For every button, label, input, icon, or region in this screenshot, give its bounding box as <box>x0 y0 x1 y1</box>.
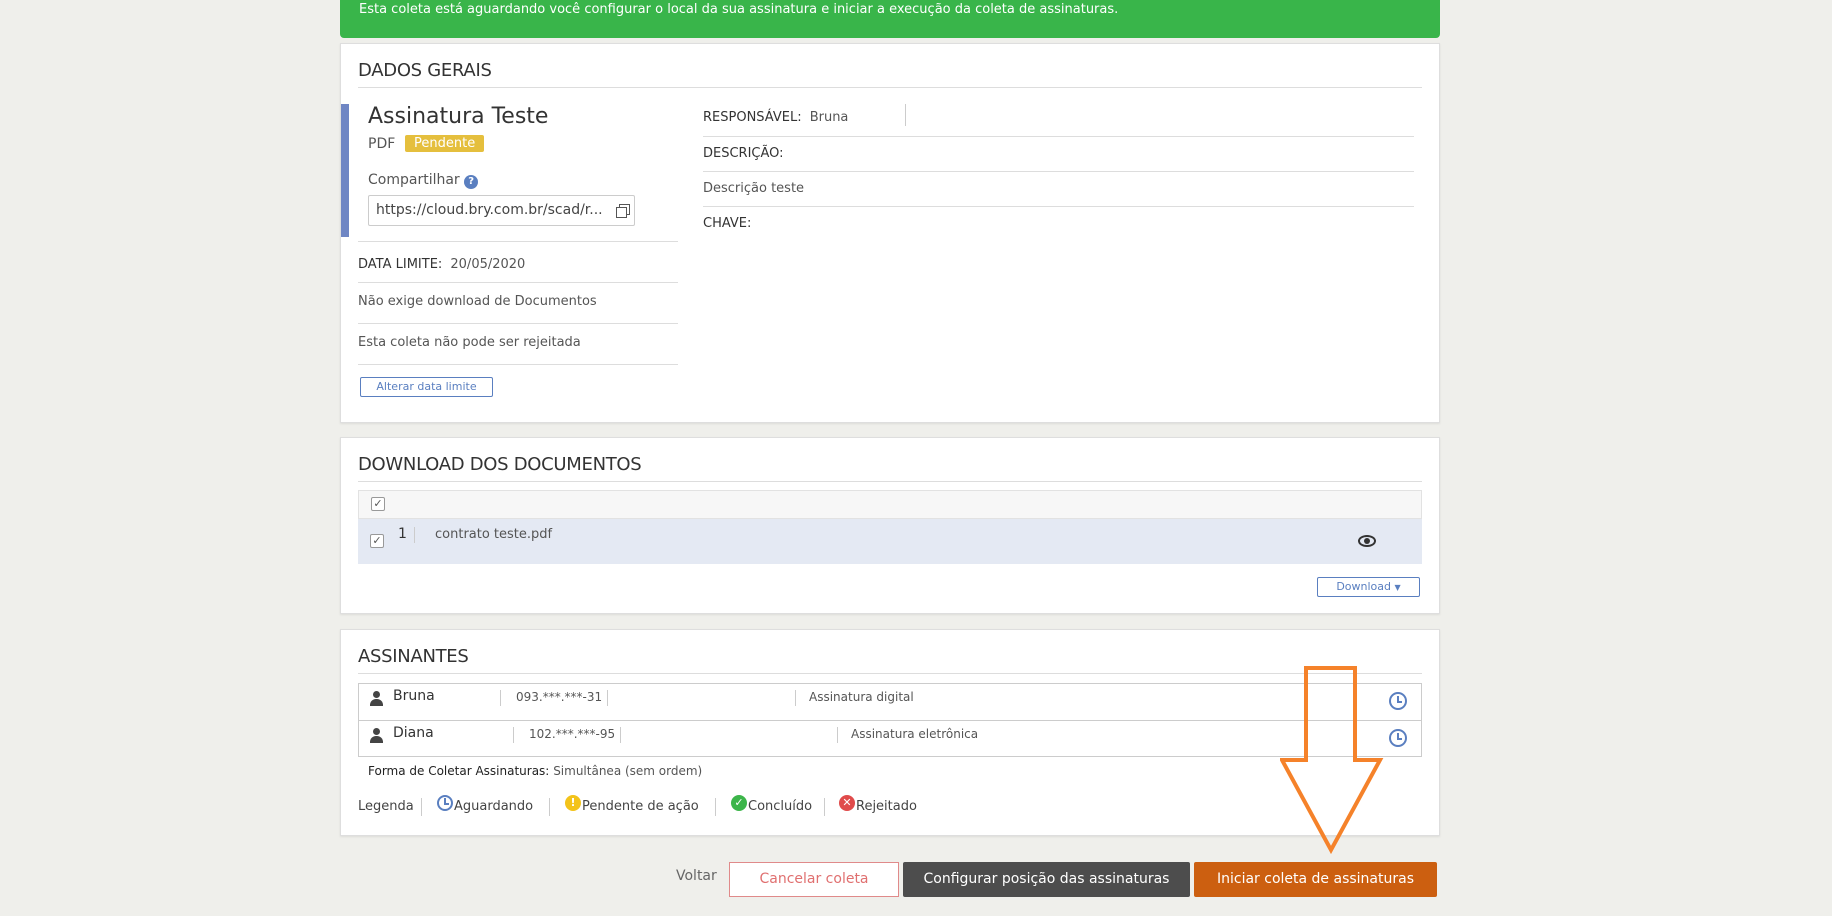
divider <box>358 282 678 283</box>
share-label-text: Compartilhar <box>368 172 460 188</box>
divider <box>358 364 678 365</box>
responsavel-label: RESPONSÁVEL: <box>703 110 802 125</box>
signer-cpf: 093.***.***-31 <box>516 690 603 704</box>
clock-icon <box>1389 729 1407 747</box>
cancel-button[interactable]: Cancelar coleta <box>729 862 899 897</box>
divider <box>703 136 1414 137</box>
arrow-down-icon <box>1280 666 1384 855</box>
divider <box>358 673 1422 674</box>
status-badge: Pendente <box>405 135 485 152</box>
deadline-value: 20/05/2020 <box>450 257 526 272</box>
start-collection-button[interactable]: Iniciar coleta de assinaturas <box>1194 862 1437 897</box>
signer-row: Diana 102.***.***-95 Assinatura eletrôni… <box>359 721 1421 757</box>
legend: Legenda Aguardando ! Pendente de ação ✓ … <box>358 795 958 819</box>
signer-cpf: 102.***.***-95 <box>529 727 616 741</box>
signer-list: Bruna 093.***.***-31 Assinatura digital … <box>358 683 1422 757</box>
configure-positions-button[interactable]: Configurar posição das assinaturas <box>903 862 1190 897</box>
table-row: ✓ 1 contrato teste.pdf <box>358 519 1422 564</box>
row-filename: contrato teste.pdf <box>435 527 553 542</box>
doc-accent-bar <box>341 104 349 237</box>
download-note: Não exige download de Documentos <box>358 294 597 309</box>
signer-name: Bruna <box>393 688 435 704</box>
help-icon[interactable]: ? <box>464 175 479 189</box>
divider <box>620 727 621 743</box>
share-url-field[interactable]: https://cloud.bry.com.br/scad/r... <box>368 195 635 226</box>
download-button-label: Download <box>1336 580 1392 593</box>
divider <box>715 798 716 816</box>
divider <box>358 323 678 324</box>
user-icon <box>369 691 383 707</box>
deadline-label: DATA LIMITE: <box>358 257 443 272</box>
change-deadline-button[interactable]: Alterar data limite <box>360 377 493 397</box>
divider <box>837 727 838 743</box>
divider <box>905 104 906 126</box>
clock-icon <box>437 795 453 811</box>
divider <box>513 727 514 743</box>
divider <box>358 241 678 242</box>
user-icon <box>369 728 383 744</box>
divider <box>358 87 1422 88</box>
legend-rejeitado: Rejeitado <box>856 799 917 814</box>
divider <box>414 527 415 543</box>
row-checkbox[interactable]: ✓ <box>370 534 384 548</box>
legend-aguardando: Aguardando <box>454 799 534 814</box>
divider <box>795 690 796 706</box>
select-all-checkbox[interactable]: ✓ <box>371 497 385 511</box>
signer-type: Assinatura digital <box>809 690 914 704</box>
panel-title: DOWNLOAD DOS DOCUMENTOS <box>358 454 642 475</box>
share-url-text: https://cloud.bry.com.br/scad/r... <box>376 202 603 218</box>
doc-name: Assinatura Teste <box>368 104 549 129</box>
divider <box>703 206 1414 207</box>
signer-name: Diana <box>393 725 434 741</box>
collection-mode: Forma de Coletar Assinaturas: Simultânea… <box>368 764 702 778</box>
back-link[interactable]: Voltar <box>676 868 717 884</box>
divider <box>421 798 422 816</box>
clock-icon <box>1389 692 1407 710</box>
downloads-panel: DOWNLOAD DOS DOCUMENTOS ✓ ✓ 1 contrato t… <box>340 437 1440 614</box>
legend-label: Legenda <box>358 799 414 814</box>
doc-type: PDF <box>368 136 396 152</box>
divider <box>500 690 501 706</box>
collection-mode-value: Simultânea (sem ordem) <box>553 764 703 778</box>
descricao-value: Descrição teste <box>703 181 805 196</box>
divider <box>549 798 550 816</box>
download-button[interactable]: Download ▼ <box>1317 577 1420 597</box>
check-circle-icon: ✓ <box>731 795 747 811</box>
legend-concluido: Concluído <box>748 799 813 814</box>
chave-label: CHAVE: <box>703 216 752 231</box>
x-circle-icon: ✕ <box>839 795 855 811</box>
collection-mode-label: Forma de Coletar Assinaturas: <box>368 764 550 778</box>
divider <box>703 171 1414 172</box>
status-banner-text: Esta coleta está aguardando você configu… <box>359 2 1119 17</box>
share-label: Compartilhar ? <box>368 172 479 189</box>
caret-down-icon: ▼ <box>1394 583 1401 592</box>
assinantes-panel: ASSINANTES Bruna 093.***.***-31 Assinatu… <box>340 629 1440 836</box>
responsavel-value: Bruna <box>809 110 849 125</box>
row-index: 1 <box>398 526 407 542</box>
eye-icon[interactable] <box>1358 535 1376 547</box>
deadline-row: DATA LIMITE: 20/05/2020 <box>358 253 525 272</box>
table-header: ✓ <box>358 490 1422 519</box>
responsavel-row: RESPONSÁVEL: Bruna <box>703 106 848 125</box>
panel-title: DADOS GERAIS <box>358 60 492 81</box>
divider <box>358 481 1422 482</box>
exclamation-icon: ! <box>565 795 581 811</box>
reject-note: Esta coleta não pode ser rejeitada <box>358 335 581 350</box>
status-banner: Esta coleta está aguardando você configu… <box>340 0 1440 38</box>
divider <box>824 798 825 816</box>
signer-row: Bruna 093.***.***-31 Assinatura digital <box>359 684 1421 720</box>
dados-gerais-panel: DADOS GERAIS Assinatura Teste PDF Penden… <box>340 43 1440 423</box>
panel-title: ASSINANTES <box>358 646 469 667</box>
descricao-label: DESCRIÇÃO: <box>703 146 784 161</box>
copy-icon[interactable] <box>616 204 631 219</box>
legend-pendente: Pendente de ação <box>582 799 699 814</box>
signer-type: Assinatura eletrônica <box>851 727 979 741</box>
divider <box>607 690 608 706</box>
